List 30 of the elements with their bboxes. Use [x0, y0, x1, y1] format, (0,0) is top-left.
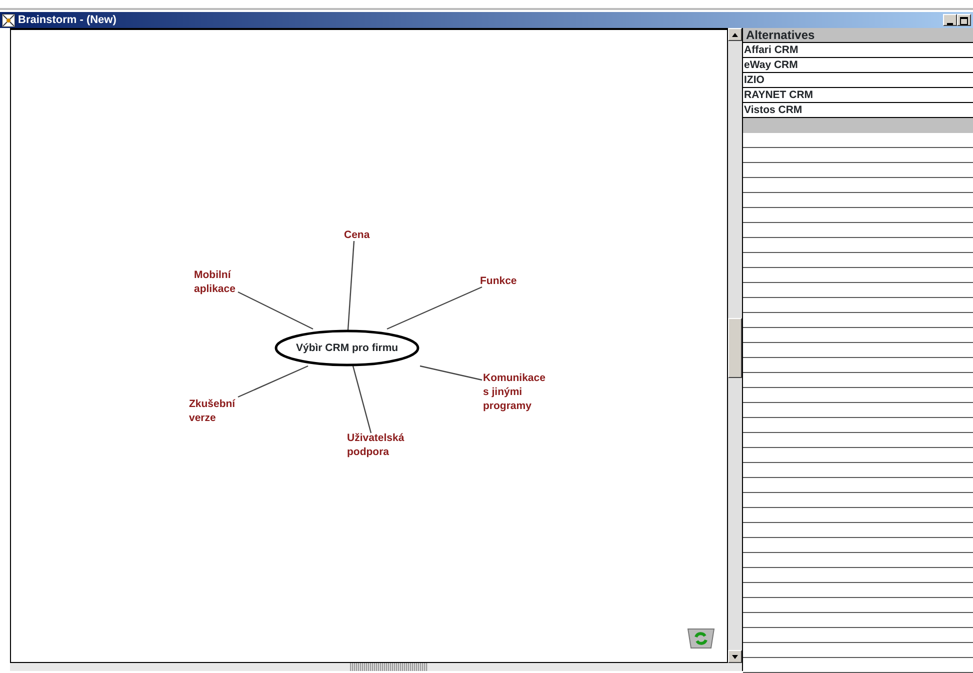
- branch-label[interactable]: Mobilní aplikace: [194, 268, 236, 296]
- scroll-up-button[interactable]: [728, 28, 742, 41]
- scrollbar-thumb[interactable]: [728, 318, 742, 378]
- branch-label[interactable]: Cena: [344, 228, 370, 242]
- branch-label[interactable]: Uživatelská podpora: [347, 431, 404, 459]
- connector-line: [352, 366, 372, 434]
- down-arrow-icon: [732, 654, 738, 658]
- alternative-item[interactable]: RAYNET CRM: [743, 88, 973, 103]
- minimize-icon: [947, 23, 953, 25]
- central-topic-ellipse[interactable]: [274, 330, 420, 366]
- central-topic: Výbìr CRM pro firmu: [296, 341, 398, 356]
- branch-label[interactable]: Funkce: [480, 274, 517, 288]
- alternative-item[interactable]: IZIO: [743, 73, 973, 88]
- alternative-item[interactable]: eWay CRM: [743, 58, 973, 73]
- scrollbar-thumb[interactable]: [350, 663, 428, 671]
- up-arrow-icon: [732, 32, 738, 36]
- recycle-bin-icon[interactable]: [687, 627, 715, 649]
- maximize-button[interactable]: [957, 14, 971, 26]
- connector-line: [420, 365, 482, 381]
- maximize-icon: [960, 17, 968, 25]
- horizontal-scrollbar[interactable]: [10, 663, 742, 671]
- minimize-button[interactable]: [943, 14, 957, 26]
- branch-label[interactable]: Zkušební verze: [189, 397, 236, 425]
- alternative-item[interactable]: Affari CRM: [743, 43, 973, 58]
- branch-label[interactable]: Komunikace s jinými programy: [483, 371, 546, 413]
- list-header: Alternatives: [743, 28, 973, 43]
- vertical-scrollbar[interactable]: [728, 28, 742, 663]
- connector-line: [238, 365, 308, 398]
- window-title: Brainstorm - (New): [18, 13, 116, 27]
- scroll-down-button[interactable]: [728, 650, 742, 663]
